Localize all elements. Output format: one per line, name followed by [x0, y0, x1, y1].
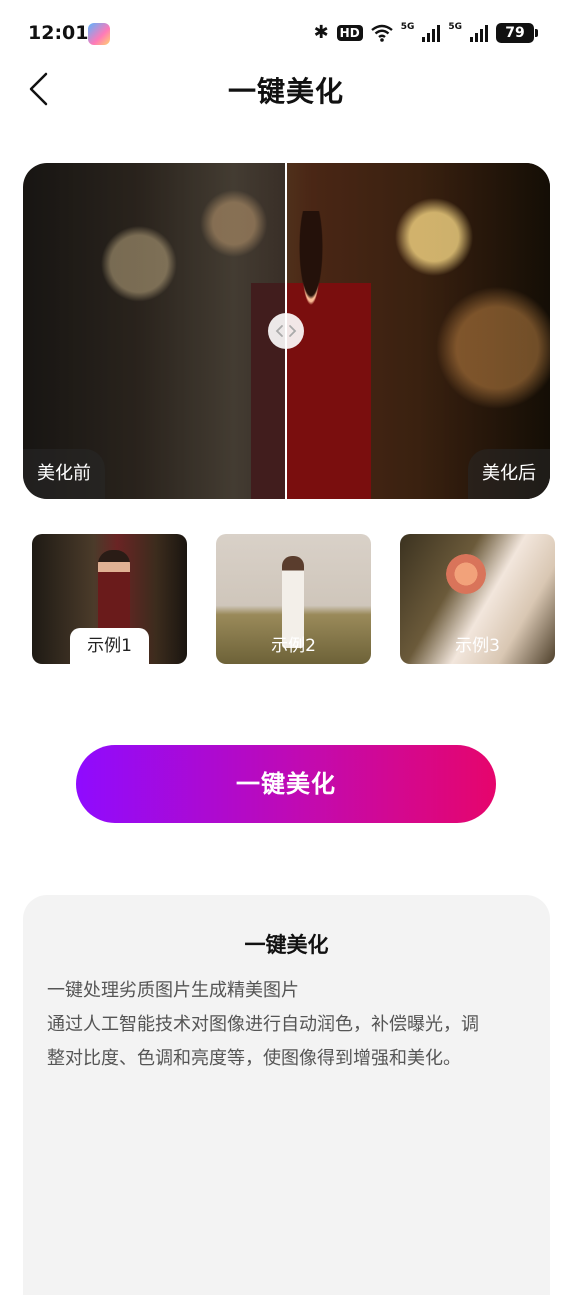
- info-text-line-2: 通过人工智能技术对图像进行自动润色，补偿曝光，调: [47, 1014, 479, 1035]
- chevron-left-right-icon: [275, 325, 297, 337]
- example-thumbnail-3[interactable]: 示例3: [400, 534, 555, 664]
- status-time: 12:01: [28, 22, 89, 44]
- example-list: 示例1 示例2 示例3: [32, 534, 572, 664]
- hd-badge: HD: [336, 24, 363, 41]
- network-label-1: 5G: [400, 22, 415, 32]
- app-notification-icon: [88, 23, 110, 45]
- compare-slider-handle[interactable]: [268, 313, 304, 349]
- status-bar: 12:01 ✱ HD 5G 5G 79: [0, 0, 572, 68]
- battery-indicator: 79: [496, 22, 538, 43]
- info-title: 一键美化: [244, 933, 329, 957]
- page-title: 一键美化: [227, 75, 344, 108]
- wifi-icon: [370, 24, 393, 42]
- before-label: 美化前: [23, 449, 105, 499]
- signal-icon-1: [422, 24, 441, 42]
- before-after-compare[interactable]: 美化前 美化后: [23, 163, 550, 499]
- example-thumbnail-1[interactable]: 示例1: [32, 534, 187, 664]
- network-label-2: 5G: [448, 22, 462, 32]
- info-text-line-3: 整对比度、色调和亮度等，使图像得到增强和美化。: [47, 1048, 461, 1069]
- after-label: 美化后: [468, 449, 550, 499]
- info-card: 一键美化 一键处理劣质图片生成精美图片 通过人工智能技术对图像进行自动润色，补偿…: [23, 895, 550, 1295]
- subject-figure-after: [286, 211, 371, 499]
- example-label: 示例2: [271, 636, 316, 656]
- example-label: 示例3: [455, 636, 500, 656]
- beautify-button[interactable]: 一键美化: [76, 745, 496, 823]
- example-thumbnail-2[interactable]: 示例2: [216, 534, 371, 664]
- signal-icon-2: [470, 24, 488, 42]
- bluetooth-icon: ✱: [313, 22, 329, 43]
- example-label: 示例1: [70, 628, 149, 664]
- example-3-image: [446, 554, 486, 594]
- status-icons: ✱ HD 5G 5G 79: [313, 22, 538, 43]
- info-text-line-1: 一键处理劣质图片生成精美图片: [47, 980, 299, 1001]
